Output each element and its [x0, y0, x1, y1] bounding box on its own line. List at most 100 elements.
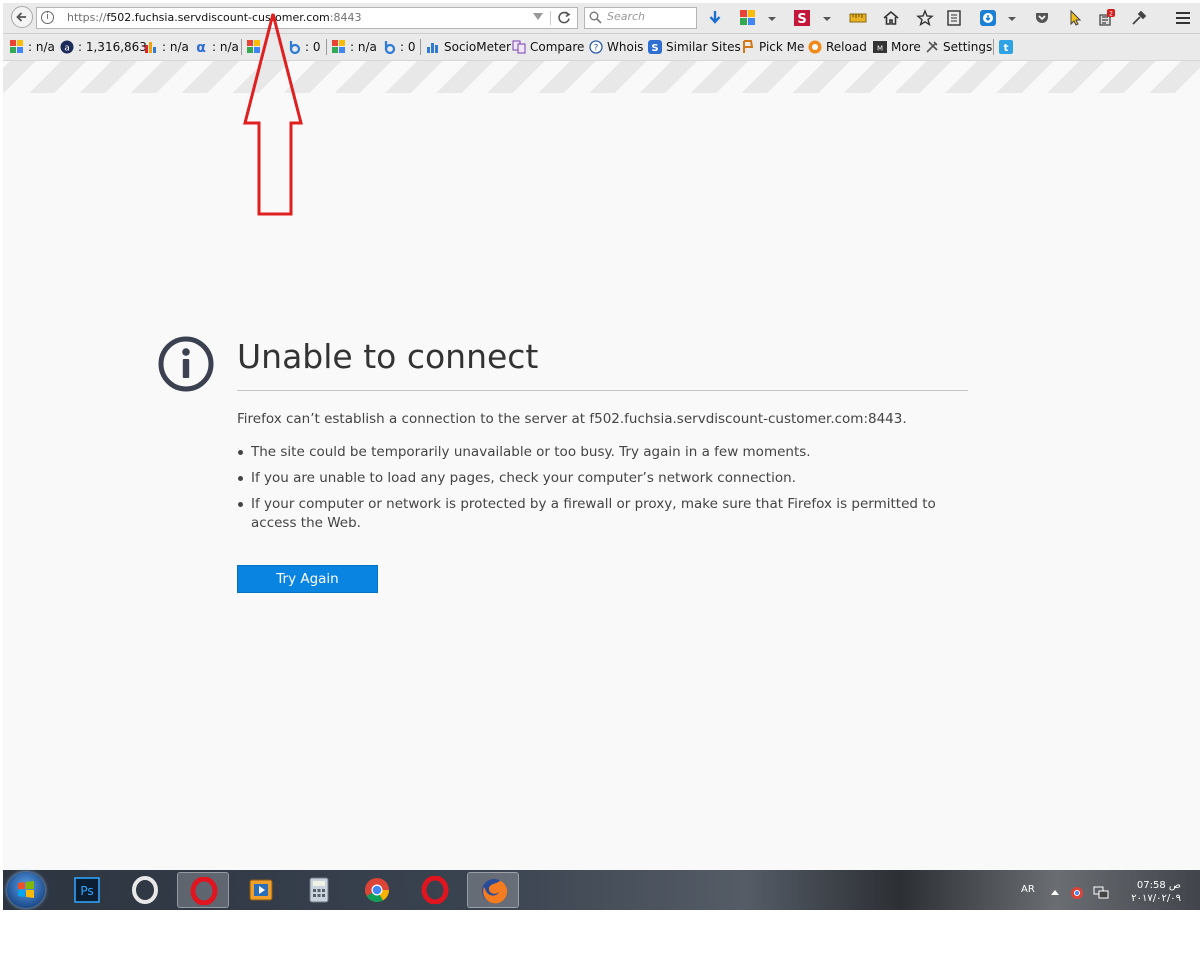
toolbar-separator: [993, 39, 994, 55]
seo-item-label: Pick Me: [759, 40, 805, 54]
seo-item-label: : 0: [400, 40, 416, 54]
twitter-icon[interactable]: t: [999, 40, 1013, 54]
seo-item-label: : n/a: [350, 40, 377, 54]
start-button[interactable]: [7, 872, 45, 908]
seo-item-compare[interactable]: Compare: [512, 39, 584, 55]
try-again-button[interactable]: Try Again: [237, 565, 378, 593]
seo-item-whois[interactable]: ? Whois: [589, 39, 643, 55]
taskbar-app-calculator[interactable]: [293, 872, 345, 908]
seo-item-alexa-rank[interactable]: a : 1,316,863: [60, 39, 147, 55]
language-indicator[interactable]: AR: [1021, 884, 1035, 895]
toolbar-separator: [420, 39, 421, 55]
opera-icon: [421, 876, 449, 904]
ruler-icon[interactable]: [849, 9, 867, 27]
url-bar[interactable]: i https://f502.fuchsia.servdiscount-cust…: [36, 7, 578, 29]
compare-icon: [512, 40, 526, 54]
clock-date: ٢٠١٧/٠٢/٠٩: [1131, 893, 1181, 904]
bing-links-icon: [384, 41, 396, 54]
taskbar-app-opera[interactable]: [409, 872, 461, 908]
seo-item-label: : 0: [305, 40, 321, 54]
home-icon[interactable]: [882, 9, 900, 27]
taskbar-app-photoshop[interactable]: Ps: [61, 872, 113, 908]
seo-item-google-pagerank[interactable]: : n/a: [10, 39, 55, 55]
google-links-icon: [332, 40, 345, 53]
svg-text:a: a: [64, 44, 70, 54]
seo-item-label: : n/a: [28, 40, 55, 54]
url-history-dropdown-icon[interactable]: [533, 13, 543, 20]
svg-text:?: ?: [594, 44, 599, 54]
seo-item-alpha[interactable]: α : n/a: [194, 39, 239, 55]
clock[interactable]: 07:58 ص ٢٠١٧/٠٢/٠٩: [1123, 879, 1181, 905]
taskbar-app-opera[interactable]: [119, 872, 171, 908]
seo-item-pick-me[interactable]: Pick Me: [741, 39, 804, 55]
svg-text:2: 2: [1109, 11, 1113, 18]
taskbar-app-opera[interactable]: [177, 872, 229, 908]
back-button[interactable]: [11, 6, 33, 28]
seo-item-more[interactable]: M More: [873, 39, 921, 55]
hamburger-menu-icon[interactable]: [1174, 9, 1192, 27]
notifications-icon[interactable]: 2: [1097, 9, 1115, 27]
pocket-icon[interactable]: [1033, 9, 1051, 27]
seo-item-label: More: [891, 40, 921, 54]
seo-item-settings[interactable]: Settings: [925, 39, 992, 55]
settings-icon: [926, 41, 938, 53]
photoshop-icon: Ps: [74, 877, 100, 903]
show-hidden-icons-icon[interactable]: [1051, 890, 1059, 895]
taskbar-app-firefox[interactable]: [467, 872, 519, 908]
seo-item-label: SocioMeter: [444, 40, 511, 54]
windows-logo-icon: [18, 881, 34, 898]
error-suggestions: The site could be temporarily unavailabl…: [237, 443, 957, 540]
seo-item-reload[interactable]: Reload: [808, 39, 867, 55]
google-pagerank-icon: [10, 40, 23, 53]
seo-item-google-links[interactable]: : n/a: [332, 39, 377, 55]
dropdown-arrow-icon[interactable]: [763, 9, 781, 27]
url-text[interactable]: https://f502.fuchsia.servdiscount-custom…: [67, 11, 361, 24]
reload-icon[interactable]: [555, 9, 573, 27]
cursor-pointer-icon[interactable]: [1066, 9, 1084, 27]
search-input[interactable]: [607, 10, 693, 23]
navigation-toolbar: i https://f502.fuchsia.servdiscount-cust…: [3, 3, 1200, 34]
annotation-arrow-icon: [243, 13, 303, 216]
svg-text:S: S: [651, 43, 658, 54]
sociometer-icon: [427, 43, 438, 53]
url-scheme: https://: [67, 11, 107, 24]
list-item: If your computer or network is protected…: [237, 495, 957, 533]
seo-item-label: Settings: [943, 40, 993, 54]
eyedropper-icon[interactable]: [1130, 9, 1148, 27]
download-arrow-icon[interactable]: [706, 9, 724, 27]
svg-text:t: t: [1004, 43, 1009, 54]
error-description: Firefox can’t establish a connection to …: [237, 411, 907, 427]
media-player-icon: [249, 879, 273, 901]
taskbar-app-media-player[interactable]: [235, 872, 287, 908]
reload-icon: [808, 40, 822, 54]
download-manager-icon[interactable]: [979, 9, 997, 27]
seo-item-label: Compare: [530, 40, 585, 54]
pick-me-icon: [743, 40, 754, 53]
bookmarks-menu-icon[interactable]: [945, 9, 963, 27]
svg-text:M: M: [877, 45, 883, 53]
seo-item-sociometer[interactable]: SocioMeter: [426, 39, 511, 55]
bookmark-star-icon[interactable]: [916, 9, 934, 27]
network-icon[interactable]: [1093, 886, 1109, 900]
list-item: If you are unable to load any pages, che…: [237, 469, 957, 488]
seo-google-icon[interactable]: [739, 9, 757, 27]
chrome-tray-icon[interactable]: [1070, 886, 1084, 900]
back-arrow-icon: [16, 12, 26, 22]
site-info-icon[interactable]: i: [41, 11, 54, 24]
seo-item-similar-sites[interactable]: S Similar Sites: [648, 39, 741, 55]
dropdown-arrow-icon[interactable]: [818, 9, 836, 27]
seo-item-bing-links[interactable]: : 0: [382, 39, 416, 55]
error-title: Unable to connect: [237, 337, 539, 376]
windows-taskbar: Ps AR 07:58 ص ٢٠١٧/٠٢/٠٩: [3, 870, 1200, 910]
s-extension-icon[interactable]: S: [793, 9, 811, 27]
search-box[interactable]: [584, 7, 697, 29]
opera-icon: [190, 877, 218, 905]
compete-rank-icon: [145, 42, 156, 53]
seo-item-label: Similar Sites: [666, 40, 741, 54]
screen: i https://f502.fuchsia.servdiscount-cust…: [3, 3, 1200, 910]
dropdown-arrow-icon[interactable]: [1003, 9, 1021, 27]
seo-item-compete-rank[interactable]: : n/a: [144, 39, 189, 55]
seo-item-label: Whois: [607, 40, 644, 54]
taskbar-app-chrome[interactable]: [351, 872, 403, 908]
alpha-icon: α: [196, 40, 206, 54]
